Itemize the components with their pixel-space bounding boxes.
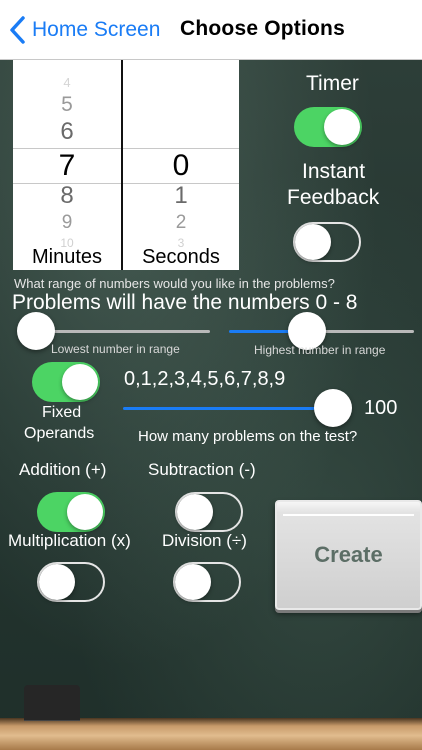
toggle-knob	[62, 364, 98, 400]
seconds-option[interactable]: 2	[123, 213, 239, 232]
toggle-knob	[324, 109, 360, 145]
chevron-left-icon	[10, 16, 25, 44]
addition-toggle[interactable]	[37, 492, 105, 532]
toggle-knob	[295, 224, 331, 260]
minutes-option[interactable]: 8	[13, 184, 121, 208]
lowest-slider-track[interactable]	[40, 330, 210, 333]
timer-label: Timer	[306, 72, 359, 95]
problem-count-slider-thumb[interactable]	[314, 389, 352, 427]
lowest-label: Lowest number in range	[51, 342, 180, 356]
minutes-label: Minutes	[31, 246, 103, 268]
toggle-knob	[67, 494, 103, 530]
addition-label: Addition (+)	[19, 460, 107, 479]
fixed-operands-label-line1: Fixed	[42, 404, 82, 421]
problem-count-value: 100	[364, 397, 398, 419]
multiplication-label: Multiplication (x)	[8, 531, 131, 550]
seconds-label: Seconds	[142, 246, 220, 268]
minutes-option[interactable]: 5	[13, 94, 121, 115]
instant-feedback-label-line2: Feedback	[287, 186, 380, 209]
highest-label: Highest number in range	[254, 343, 386, 357]
subtraction-toggle[interactable]	[175, 492, 243, 532]
toggle-knob	[175, 564, 211, 600]
eraser-image	[24, 685, 80, 721]
navigation-bar: Home Screen Choose Options	[0, 0, 422, 60]
minutes-option[interactable]: 4	[13, 76, 121, 89]
chalk-tray	[0, 718, 422, 750]
lowest-slider-thumb[interactable]	[17, 312, 55, 350]
toggle-knob	[177, 494, 213, 530]
range-question: What range of numbers would you like in …	[14, 276, 335, 291]
multiplication-toggle[interactable]	[37, 562, 105, 602]
toggle-knob	[39, 564, 75, 600]
subtraction-label: Subtraction (-)	[148, 460, 256, 479]
seconds-selected[interactable]: 0	[123, 151, 239, 181]
back-button-label: Home Screen	[32, 18, 161, 41]
timer-toggle[interactable]	[294, 107, 362, 147]
back-button[interactable]: Home Screen	[8, 14, 160, 46]
minutes-option[interactable]: 6	[13, 120, 121, 144]
seconds-option[interactable]: 1	[123, 184, 239, 208]
create-button-label: Create	[314, 542, 383, 567]
page-title: Choose Options	[180, 17, 345, 40]
division-label: Division (÷)	[162, 531, 247, 550]
minutes-selected[interactable]: 7	[13, 151, 121, 181]
problem-count-question: How many problems on the test?	[138, 428, 358, 445]
create-button[interactable]: Create	[275, 500, 422, 610]
picker-selection-line	[13, 148, 239, 149]
instant-feedback-label-line1: Instant	[302, 160, 366, 183]
instant-feedback-toggle[interactable]	[293, 222, 361, 262]
fixed-operands-values: 0,1,2,3,4,5,6,7,8,9	[124, 368, 286, 390]
fixed-operands-label-line2: Operands	[24, 425, 95, 442]
minutes-option[interactable]: 9	[13, 213, 121, 232]
problem-count-slider-track[interactable]	[123, 407, 333, 410]
timer-picker[interactable]: 4 5 6 7 8 9 10 0 1 2 3 Minutes Seconds	[13, 60, 239, 270]
division-toggle[interactable]	[173, 562, 241, 602]
fixed-operands-toggle[interactable]	[32, 362, 100, 402]
